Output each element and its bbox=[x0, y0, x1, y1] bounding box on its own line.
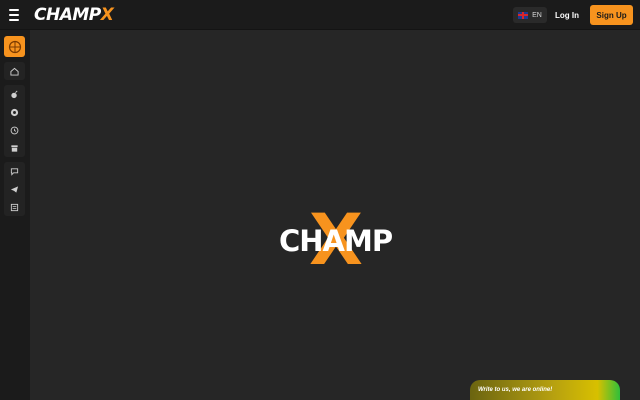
center-logo-word: CHAMP bbox=[279, 224, 393, 258]
sidebar-group-home bbox=[4, 62, 25, 80]
menu-icon[interactable] bbox=[9, 8, 21, 22]
logo-text-accent: X bbox=[100, 5, 114, 25]
shop-icon bbox=[11, 144, 18, 152]
language-code: EN bbox=[532, 11, 542, 19]
history-icon bbox=[10, 126, 19, 134]
sidebar-item-telegram[interactable] bbox=[4, 180, 25, 198]
sidebar-item-news[interactable] bbox=[4, 198, 25, 216]
chip-icon bbox=[10, 108, 19, 116]
sidebar-group-games bbox=[4, 85, 25, 157]
home-icon bbox=[10, 67, 19, 76]
center-logo: X CHAMP bbox=[279, 205, 393, 275]
chat-icon bbox=[10, 167, 19, 176]
sidebar-item-shop[interactable] bbox=[4, 139, 25, 157]
live-chat-widget[interactable]: Write to us, we are online! bbox=[470, 380, 620, 400]
telegram-icon bbox=[10, 185, 19, 193]
live-chat-label: Write to us, we are online! bbox=[478, 387, 553, 393]
sidebar-item-home[interactable] bbox=[4, 62, 25, 80]
sidebar-item-bomb[interactable] bbox=[4, 85, 25, 103]
site-logo[interactable]: CHAMP X bbox=[34, 5, 114, 25]
sidebar-item-history[interactable] bbox=[4, 121, 25, 139]
sidebar-group-social bbox=[4, 162, 25, 216]
bomb-icon bbox=[11, 90, 18, 98]
sidebar-item-chat[interactable] bbox=[4, 162, 25, 180]
signup-button[interactable]: Sign Up bbox=[590, 5, 633, 25]
login-button[interactable]: Log In bbox=[552, 7, 582, 23]
sidebar bbox=[0, 30, 30, 400]
news-icon bbox=[10, 203, 19, 211]
language-selector[interactable]: EN bbox=[513, 7, 547, 23]
sidebar-item-chip[interactable] bbox=[4, 103, 25, 121]
logo-text-main: CHAMP bbox=[34, 5, 101, 25]
basketball-icon[interactable] bbox=[4, 36, 25, 57]
top-bar: CHAMP X EN Log In Sign Up bbox=[0, 0, 640, 30]
uk-flag-icon bbox=[518, 11, 529, 19]
